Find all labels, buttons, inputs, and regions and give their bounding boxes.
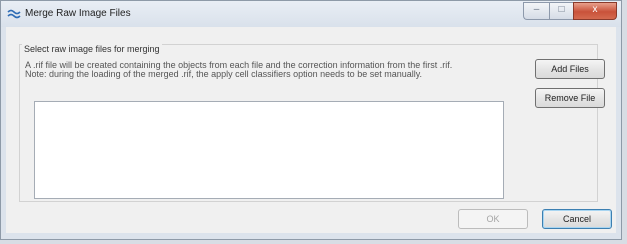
cancel-button[interactable]: Cancel (542, 209, 612, 229)
file-list-box[interactable] (34, 101, 504, 199)
close-button[interactable]: x (573, 2, 617, 20)
close-icon: x (592, 4, 598, 15)
app-wave-icon (7, 9, 21, 19)
maximize-icon: □ (558, 4, 565, 15)
window-controls: – □ x (523, 2, 617, 20)
title-bar[interactable]: Merge Raw Image Files – □ x (1, 1, 621, 27)
description-line-2: Note: during the loading of the merged .… (25, 69, 423, 79)
add-files-button[interactable]: Add Files (535, 59, 605, 79)
minimize-button[interactable]: – (523, 2, 549, 20)
group-label: Select raw image files for merging (22, 44, 162, 54)
dialog-client-area: Select raw image files for merging A .ri… (6, 27, 616, 233)
merge-dialog-window: Merge Raw Image Files – □ x Select raw i… (0, 0, 622, 240)
remove-file-button[interactable]: Remove File (535, 88, 605, 108)
description-text: A .rif file will be created containing t… (25, 61, 452, 79)
maximize-button[interactable]: □ (549, 2, 573, 20)
file-selection-group: Select raw image files for merging A .ri… (19, 44, 605, 202)
ok-button[interactable]: OK (458, 209, 528, 229)
window-title: Merge Raw Image Files (25, 8, 131, 19)
minimize-icon: – (533, 4, 540, 15)
